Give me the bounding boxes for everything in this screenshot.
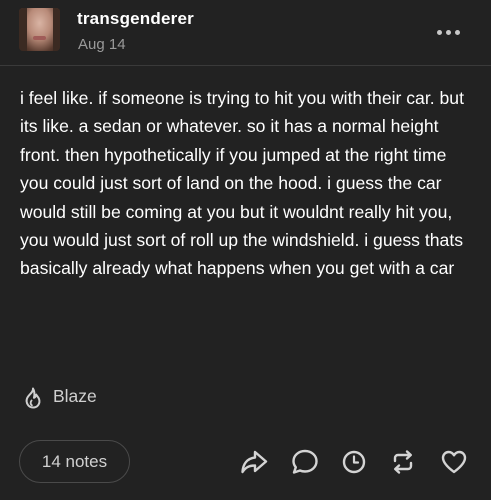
post-author[interactable]: transgenderer: [77, 9, 194, 29]
post-card: transgenderer Aug 14 i feel like. if som…: [0, 0, 491, 500]
reply-button[interactable]: [290, 447, 320, 477]
menu-dot: [455, 30, 460, 35]
heart-icon: [441, 450, 467, 474]
share-arrow-icon: [241, 450, 268, 474]
share-button[interactable]: [239, 447, 269, 477]
post-body-text: i feel like. if someone is trying to hit…: [20, 88, 464, 279]
avatar-hair-left: [19, 8, 27, 51]
avatar-hair-right: [53, 8, 60, 51]
post-date[interactable]: Aug 14: [78, 36, 126, 53]
post-header: transgenderer Aug 14: [0, 0, 491, 66]
flame-icon: [25, 387, 41, 409]
avatar-lips: [33, 36, 46, 40]
clock-icon: [342, 450, 366, 474]
speech-bubble-icon: [292, 449, 318, 474]
like-button[interactable]: [439, 447, 469, 477]
reblog-icon: [393, 450, 413, 474]
menu-dot: [446, 30, 451, 35]
avatar[interactable]: [19, 8, 60, 51]
reblog-button[interactable]: [388, 447, 418, 477]
post-later-button[interactable]: [339, 447, 369, 477]
more-dots-icon[interactable]: [428, 20, 468, 44]
blaze-label: Blaze: [53, 386, 97, 406]
menu-dot: [437, 30, 442, 35]
notes-count: 14 notes: [41, 452, 108, 471]
notes-button[interactable]: 14 notes: [19, 440, 130, 483]
